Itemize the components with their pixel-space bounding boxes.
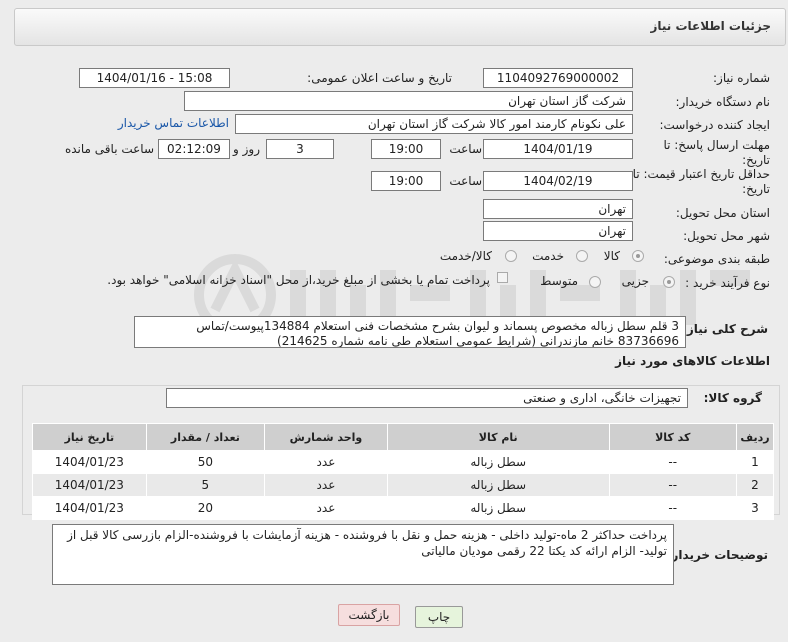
days-label: روز و xyxy=(233,142,260,156)
cell-need-date: 1404/01/23 xyxy=(32,496,147,520)
cell-unit: عدد xyxy=(264,496,388,520)
col-quantity: تعداد / مقدار xyxy=(145,423,266,451)
cell-unit: عدد xyxy=(264,450,388,474)
cell-item-name: سطل زباله xyxy=(386,450,610,474)
process-label: نوع فرآیند خرید : xyxy=(685,276,770,290)
table-header-row: ردیف کد کالا نام کالا واحد شمارش تعداد /… xyxy=(32,423,774,451)
need-number-field: 1104092769000002 xyxy=(483,68,633,88)
goods-section-title: اطلاعات کالاهای مورد نیاز xyxy=(615,354,770,368)
back-button[interactable]: بازگشت xyxy=(338,604,400,626)
header-panel: جزئیات اطلاعات نیاز xyxy=(14,8,786,46)
table-row: 2 -- سطل زباله عدد 5 1404/01/23 xyxy=(32,473,774,497)
need-number-label: شماره نیاز: xyxy=(713,71,770,85)
cell-need-date: 1404/01/23 xyxy=(32,473,147,497)
buyer-org-field: شرکت گاز استان تهران xyxy=(184,91,633,111)
print-button[interactable]: چاپ xyxy=(415,606,463,628)
category-option-goods: کالا xyxy=(603,249,620,263)
table-row: 3 -- سطل زباله عدد 20 1404/01/23 xyxy=(32,496,774,520)
description-textarea: 3 قلم سطل زباله مخصوص پسماند و لیوان بشر… xyxy=(134,316,686,348)
cell-row-number: 2 xyxy=(736,473,774,497)
category-label: طبقه بندی موضوعی: xyxy=(663,252,770,266)
cell-item-name: سطل زباله xyxy=(386,473,610,497)
process-option-minor: جزیی xyxy=(621,274,649,288)
col-row-number: ردیف xyxy=(736,423,774,451)
treasury-checkbox[interactable] xyxy=(497,272,508,283)
col-item-code: کد کالا xyxy=(608,423,738,451)
goods-group-field: تجهیزات خانگی، اداری و صنعتی xyxy=(166,388,688,408)
col-unit: واحد شمارش xyxy=(264,423,388,451)
col-need-date: تاریخ نیاز xyxy=(32,423,147,451)
table-row: 1 -- سطل زباله عدد 50 1404/01/23 xyxy=(32,450,774,474)
goods-group-label: گروه کالا: xyxy=(703,391,762,405)
payment-note: پرداخت تمام یا بخشی از مبلغ خرید،از محل … xyxy=(107,273,490,287)
province-label: استان محل تحویل: xyxy=(675,206,770,220)
cell-quantity: 5 xyxy=(145,473,266,497)
cell-need-date: 1404/01/23 xyxy=(32,450,147,474)
deadline-time-label: ساعت xyxy=(449,142,482,156)
cell-quantity: 50 xyxy=(145,450,266,474)
cell-row-number: 1 xyxy=(736,450,774,474)
process-option-medium: متوسط xyxy=(540,274,578,288)
validity-label: حداقل تاریخ اعتبار قیمت: تا تاریخ: xyxy=(632,167,770,196)
cell-quantity: 20 xyxy=(145,496,266,520)
buyer-org-label: نام دستگاه خریدار: xyxy=(675,95,771,109)
page-title: جزئیات اطلاعات نیاز xyxy=(650,19,771,33)
goods-table: ردیف کد کالا نام کالا واحد شمارش تعداد /… xyxy=(32,423,774,520)
category-option-service: خدمت xyxy=(532,249,564,263)
cell-item-code: -- xyxy=(608,450,738,474)
city-field: تهران xyxy=(483,221,633,241)
validity-time-field: 19:00 xyxy=(371,171,441,191)
process-radio-medium[interactable] xyxy=(589,276,601,288)
province-field: تهران xyxy=(483,199,633,219)
deadline-time-field: 19:00 xyxy=(371,139,441,159)
cell-item-name: سطل زباله xyxy=(386,496,610,520)
cell-row-number: 3 xyxy=(736,496,774,520)
buyer-notes-textarea: پرداخت حداکثر 2 ماه-تولید داخلی - هزینه … xyxy=(52,524,674,585)
category-radio-service[interactable] xyxy=(576,250,588,262)
category-radio-both[interactable] xyxy=(505,250,517,262)
city-label: شهر محل تحویل: xyxy=(683,229,770,243)
deadline-label: مهلت ارسال پاسخ: تا تاریخ: xyxy=(663,138,770,167)
process-radio-minor[interactable] xyxy=(663,276,675,288)
cell-unit: عدد xyxy=(264,473,388,497)
announce-label: تاریخ و ساعت اعلان عمومی: xyxy=(307,71,452,85)
cell-item-code: -- xyxy=(608,473,738,497)
validity-time-label: ساعت xyxy=(449,174,482,188)
description-label: شرح کلی نیاز: xyxy=(682,322,768,336)
validity-date-field: 1404/02/19 xyxy=(483,171,633,191)
col-item-name: نام کالا xyxy=(386,423,610,451)
remaining-label: ساعت باقی مانده xyxy=(64,142,154,156)
category-option-both: کالا/خدمت xyxy=(439,249,492,263)
deadline-date-field: 1404/01/19 xyxy=(483,139,633,159)
remaining-time-field: 02:12:09 xyxy=(158,139,230,159)
creator-label: ایجاد کننده درخواست: xyxy=(659,118,770,132)
days-field: 3 xyxy=(266,139,334,159)
cell-item-code: -- xyxy=(608,496,738,520)
announce-datetime-field: 1404/01/16 - 15:08 xyxy=(79,68,230,88)
creator-field: علی نکونام کارمند امور کالا شرکت گاز است… xyxy=(235,114,633,134)
buyer-contact-link[interactable]: اطلاعات تماس خریدار xyxy=(118,116,229,130)
category-radio-goods[interactable] xyxy=(632,250,644,262)
buyer-notes-label: توضیحات خریدار: xyxy=(666,548,768,562)
